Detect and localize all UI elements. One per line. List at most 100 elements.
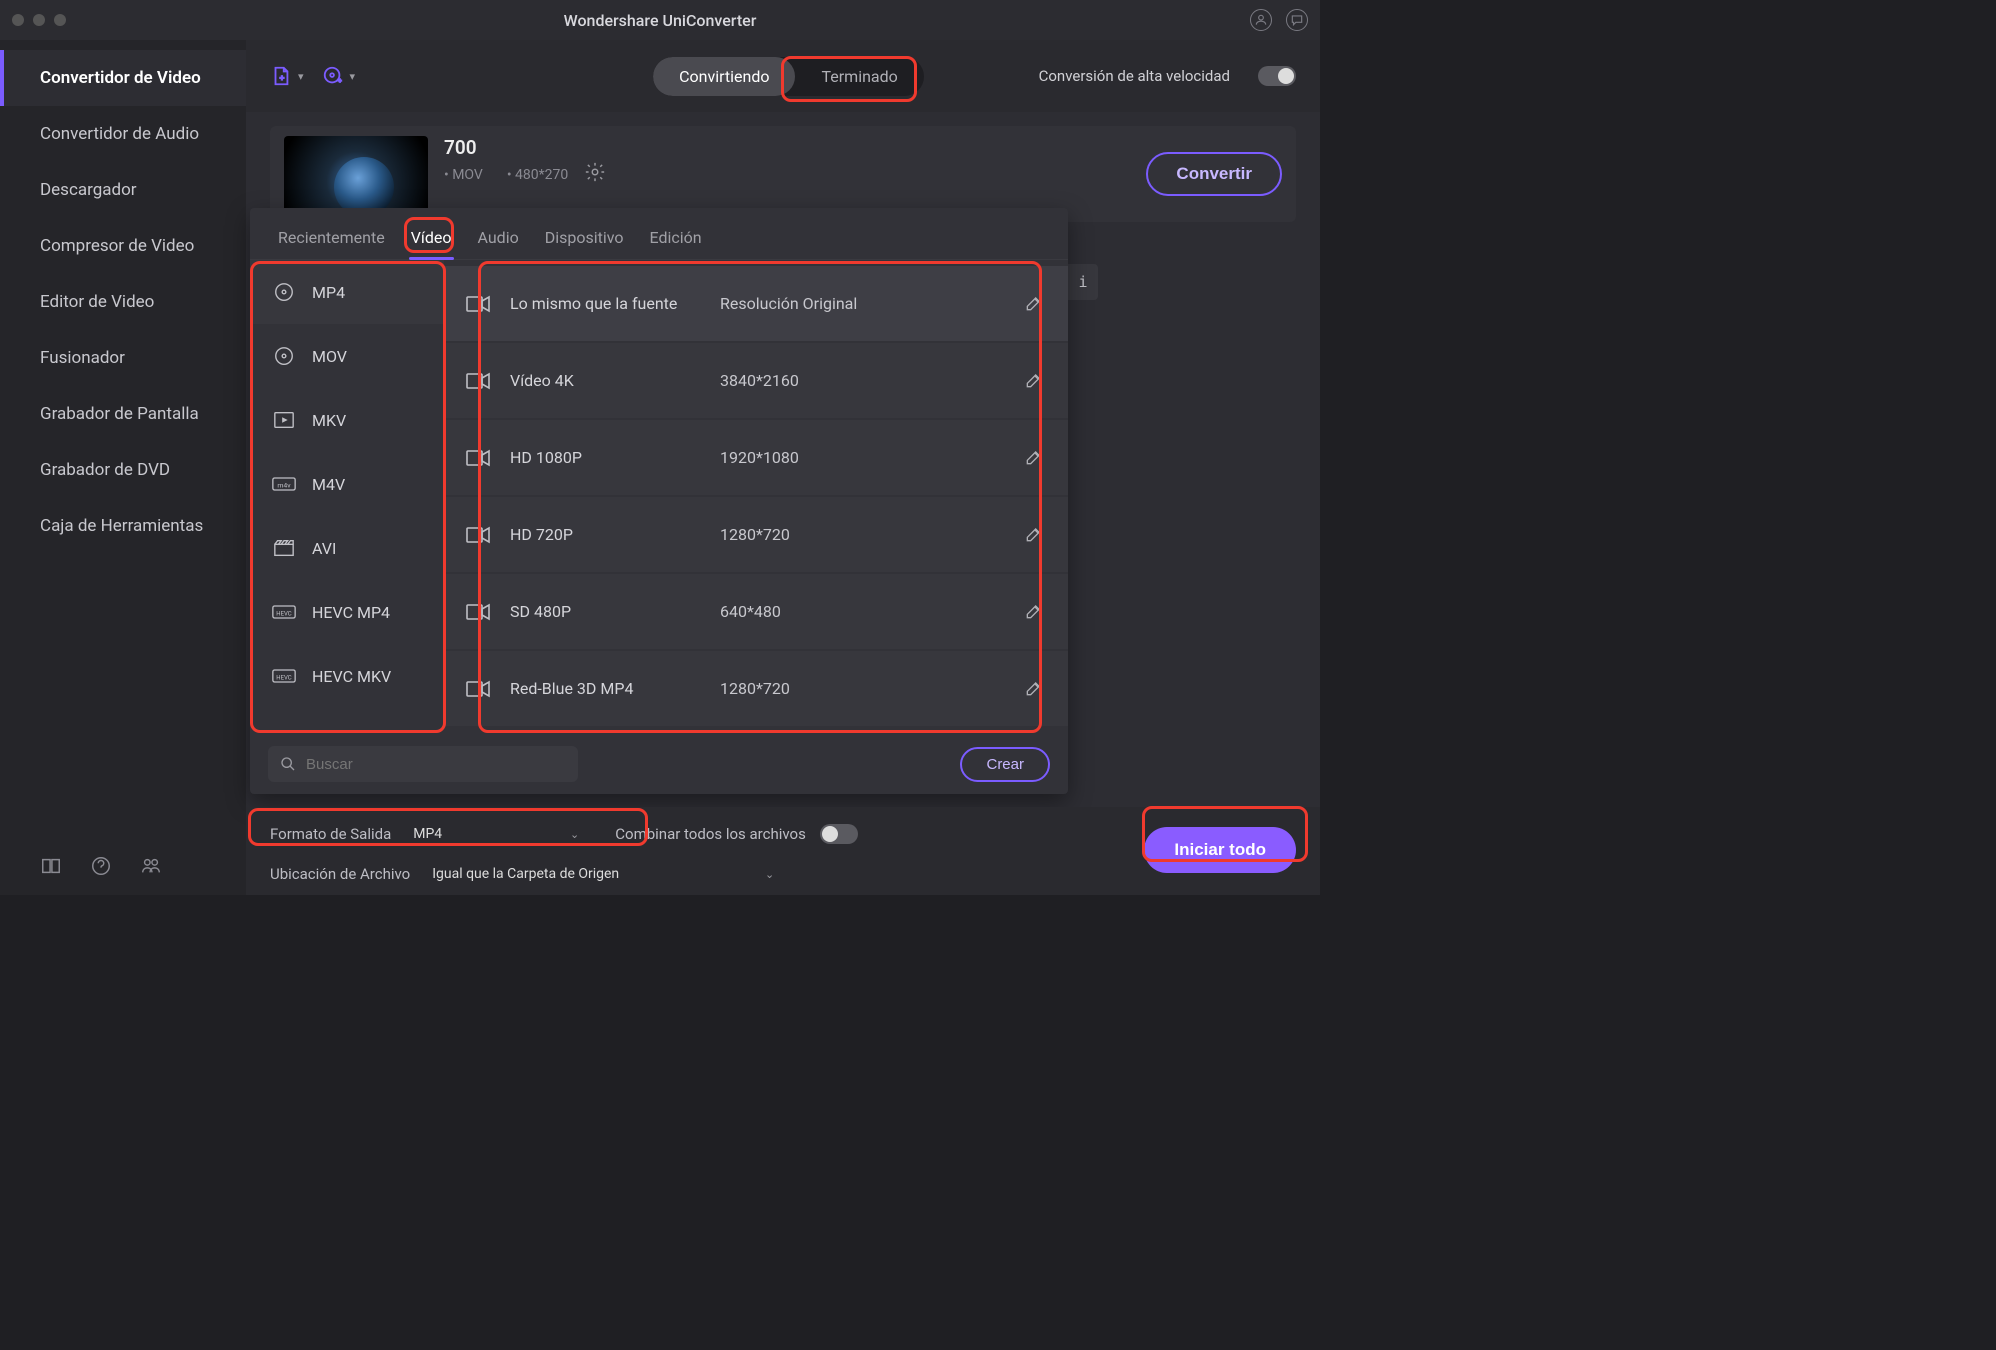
sidebar-item-label: Convertidor de Video <box>40 68 201 88</box>
zoom-dot[interactable] <box>54 14 66 26</box>
output-format-select[interactable]: MP4 ⌄ <box>405 819 589 849</box>
popup-tabs: Recientemente Vídeo Audio Dispositivo Ed… <box>250 208 1068 260</box>
community-icon[interactable] <box>140 855 162 877</box>
sidebar-item-video-editor[interactable]: Editor de Video <box>0 274 246 330</box>
window-controls <box>12 14 66 26</box>
format-hevc-mp4[interactable]: HEVC HEVC MP4 <box>250 580 444 644</box>
create-button[interactable]: Crear <box>960 747 1050 782</box>
sidebar-item-video-converter[interactable]: Convertidor de Video <box>0 50 246 106</box>
output-format-value: MP4 <box>413 826 442 842</box>
resolution-value: 1280*720 <box>720 679 1024 698</box>
location-value: Igual que la Carpeta de Origen <box>432 866 619 882</box>
location-select[interactable]: Igual que la Carpeta de Origen ⌄ <box>424 859 784 889</box>
format-list: MP4 MOV MKV m4v M4V <box>250 260 444 734</box>
hevc-icon: HEVC <box>272 600 296 624</box>
merge-toggle[interactable] <box>820 824 858 844</box>
account-icon[interactable] <box>1250 9 1272 31</box>
popup-body: MP4 MOV MKV m4v M4V <box>250 260 1068 734</box>
play-rect-icon <box>272 408 296 432</box>
svg-text:HEVC: HEVC <box>276 674 291 681</box>
resolution-480p[interactable]: SD 480P 640*480 <box>444 574 1068 649</box>
sidebar-item-compressor[interactable]: Compresor de Video <box>0 218 246 274</box>
titlebar-right <box>1250 9 1308 31</box>
resolution-720p[interactable]: HD 720P 1280*720 <box>444 497 1068 572</box>
convert-button[interactable]: Convertir <box>1146 152 1282 196</box>
format-hevc-mkv[interactable]: HEVC HEVC MKV <box>250 644 444 708</box>
format-label: M4V <box>312 475 345 494</box>
edit-icon[interactable] <box>1024 370 1046 392</box>
highspeed-label: Conversión de alta velocidad <box>1039 67 1230 85</box>
camcorder-icon <box>466 372 490 390</box>
resolution-same-as-source[interactable]: Lo mismo que la fuente Resolución Origin… <box>444 266 1068 341</box>
popup-tab-device[interactable]: Dispositivo <box>535 220 634 259</box>
edit-icon[interactable] <box>1024 447 1046 469</box>
chevron-down-icon: ▾ <box>298 70 304 83</box>
info-button[interactable]: i <box>1068 264 1098 300</box>
start-all-button[interactable]: Iniciar todo <box>1144 827 1296 873</box>
resolution-value: 1920*1080 <box>720 448 1024 467</box>
svg-text:HEVC: HEVC <box>276 610 291 617</box>
sidebar-item-audio-converter[interactable]: Convertidor de Audio <box>0 106 246 162</box>
sidebar-item-label: Caja de Herramientas <box>40 516 203 536</box>
app-title: Wondershare UniConverter <box>0 11 1320 30</box>
resolution-value: Resolución Original <box>720 294 1024 313</box>
format-m4v[interactable]: m4v M4V <box>250 452 444 516</box>
camcorder-icon <box>466 526 490 544</box>
format-mov[interactable]: MOV <box>250 324 444 388</box>
sidebar-item-label: Descargador <box>40 180 137 200</box>
help-icon[interactable] <box>90 855 112 877</box>
sidebar-item-screen-recorder[interactable]: Grabador de Pantalla <box>0 386 246 442</box>
edit-icon[interactable] <box>1024 678 1046 700</box>
popup-tab-recent[interactable]: Recientemente <box>268 220 395 259</box>
sidebar-item-merger[interactable]: Fusionador <box>0 330 246 386</box>
merge-label: Combinar todos los archivos <box>615 825 806 843</box>
tab-converting[interactable]: Convirtiendo <box>653 57 795 96</box>
search-input[interactable] <box>304 755 566 774</box>
format-label: HEVC MP4 <box>312 603 390 622</box>
tab-finished[interactable]: Terminado <box>795 57 923 96</box>
resolution-name: Lo mismo que la fuente <box>510 294 720 313</box>
feedback-icon[interactable] <box>1286 9 1308 31</box>
sidebar-item-downloader[interactable]: Descargador <box>0 162 246 218</box>
add-dvd-button[interactable]: ▾ <box>322 65 356 87</box>
resolution-4k[interactable]: Vídeo 4K 3840*2160 <box>444 343 1068 418</box>
svg-text:m4v: m4v <box>277 481 291 489</box>
chevron-down-icon: ▾ <box>350 70 356 83</box>
camcorder-icon <box>466 295 490 313</box>
settings-icon[interactable] <box>584 161 610 187</box>
popup-tab-editing[interactable]: Edición <box>640 220 712 259</box>
format-label: MOV <box>312 347 347 366</box>
sidebar-item-label: Editor de Video <box>40 292 154 312</box>
minimize-dot[interactable] <box>33 14 45 26</box>
m4v-icon: m4v <box>272 472 296 496</box>
highspeed-toggle[interactable] <box>1258 66 1296 86</box>
resolution-name: HD 1080P <box>510 448 720 467</box>
format-mp4[interactable]: MP4 <box>250 260 444 324</box>
close-dot[interactable] <box>12 14 24 26</box>
resolution-name: Vídeo 4K <box>510 371 720 390</box>
popup-tab-video[interactable]: Vídeo <box>401 220 462 259</box>
tutorial-icon[interactable] <box>40 855 62 877</box>
hevc-icon: HEVC <box>272 664 296 688</box>
add-file-button[interactable]: ▾ <box>270 64 304 88</box>
chevron-down-icon: ⌄ <box>570 828 579 841</box>
disc-icon <box>272 280 296 304</box>
resolution-value: 640*480 <box>720 602 1024 621</box>
sidebar: Convertidor de Video Convertidor de Audi… <box>0 40 246 895</box>
format-mkv[interactable]: MKV <box>250 388 444 452</box>
resolution-1080p[interactable]: HD 1080P 1920*1080 <box>444 420 1068 495</box>
edit-icon[interactable] <box>1024 524 1046 546</box>
sidebar-item-dvd-burner[interactable]: Grabador de DVD <box>0 442 246 498</box>
resolution-name: SD 480P <box>510 602 720 621</box>
sidebar-item-label: Compresor de Video <box>40 236 194 256</box>
sidebar-item-toolbox[interactable]: Caja de Herramientas <box>0 498 246 554</box>
popup-tab-audio[interactable]: Audio <box>468 220 529 259</box>
resolution-red-blue-3d[interactable]: Red-Blue 3D MP4 1280*720 <box>444 651 1068 726</box>
sidebar-item-label: Fusionador <box>40 348 125 368</box>
search-box[interactable] <box>268 746 578 782</box>
edit-icon[interactable] <box>1024 601 1046 623</box>
video-thumbnail[interactable] <box>284 136 428 218</box>
format-avi[interactable]: AVI <box>250 516 444 580</box>
edit-icon[interactable] <box>1024 293 1046 315</box>
format-label: AVI <box>312 539 336 558</box>
